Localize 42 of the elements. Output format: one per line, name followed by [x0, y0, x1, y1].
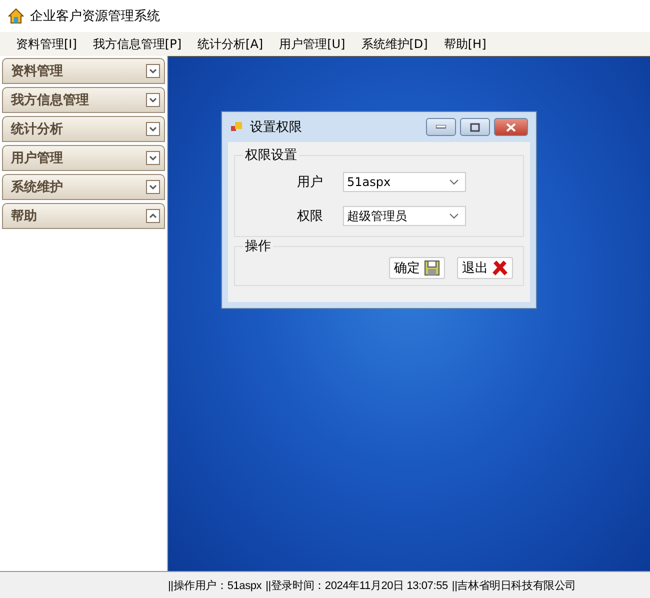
- chevron-icon: [146, 151, 160, 165]
- menu-item[interactable]: 我方信息管理[P]: [84, 36, 190, 52]
- sidebar-item[interactable]: 资料管理: [2, 58, 165, 84]
- status-text: ||操作用户：51aspx: [168, 578, 262, 592]
- dialog-button[interactable]: 退出: [457, 257, 513, 279]
- menu-item[interactable]: 统计分析[A]: [190, 36, 272, 52]
- group-title: 操作: [244, 238, 272, 255]
- close-button[interactable]: [494, 118, 528, 136]
- chevron-icon: [449, 179, 459, 185]
- dropdown-field[interactable]: 超级管理员: [343, 206, 466, 226]
- dialog-button[interactable]: 确定: [389, 257, 445, 279]
- close-icon: [506, 122, 516, 132]
- maximize-icon: [470, 122, 480, 132]
- sidebar-item[interactable]: 帮助: [2, 203, 165, 229]
- sidebar-item[interactable]: 系统维护: [2, 174, 165, 200]
- cross-icon: [492, 260, 508, 276]
- minimize-icon: [436, 125, 446, 129]
- dialog-title: 设置权限: [250, 119, 303, 136]
- chevron-icon: [146, 122, 160, 136]
- minimize-button[interactable]: [426, 118, 456, 136]
- menu-item[interactable]: 资料管理[I]: [8, 36, 85, 52]
- menu-item[interactable]: 用户管理[U]: [271, 36, 354, 52]
- chevron-icon: [449, 213, 459, 219]
- window-title: 企业客户资源管理系统: [30, 8, 160, 25]
- app-icon: [230, 120, 244, 134]
- status-text: ||登录时间：2024年11月20日 13:07:55: [266, 578, 448, 592]
- status-text: ||吉林省明日科技有限公司: [452, 578, 576, 592]
- menu-item[interactable]: 帮助[H]: [436, 36, 494, 52]
- maximize-button[interactable]: [460, 118, 490, 136]
- chevron-icon: [146, 64, 160, 78]
- dropdown-field[interactable]: 51aspx: [343, 172, 466, 192]
- sidebar-item[interactable]: 用户管理: [2, 145, 165, 171]
- house-icon: [8, 8, 24, 24]
- menu-item[interactable]: 系统维护[D]: [353, 36, 436, 52]
- group-title: 权限设置: [244, 147, 298, 164]
- sidebar-item[interactable]: 我方信息管理: [2, 87, 165, 113]
- field-label: 用户: [296, 174, 323, 191]
- chevron-icon: [146, 93, 160, 107]
- field-label: 权限: [296, 208, 323, 225]
- sidebar-item[interactable]: 统计分析: [2, 116, 165, 142]
- chevron-icon: [146, 180, 160, 194]
- chevron-icon: [146, 209, 160, 223]
